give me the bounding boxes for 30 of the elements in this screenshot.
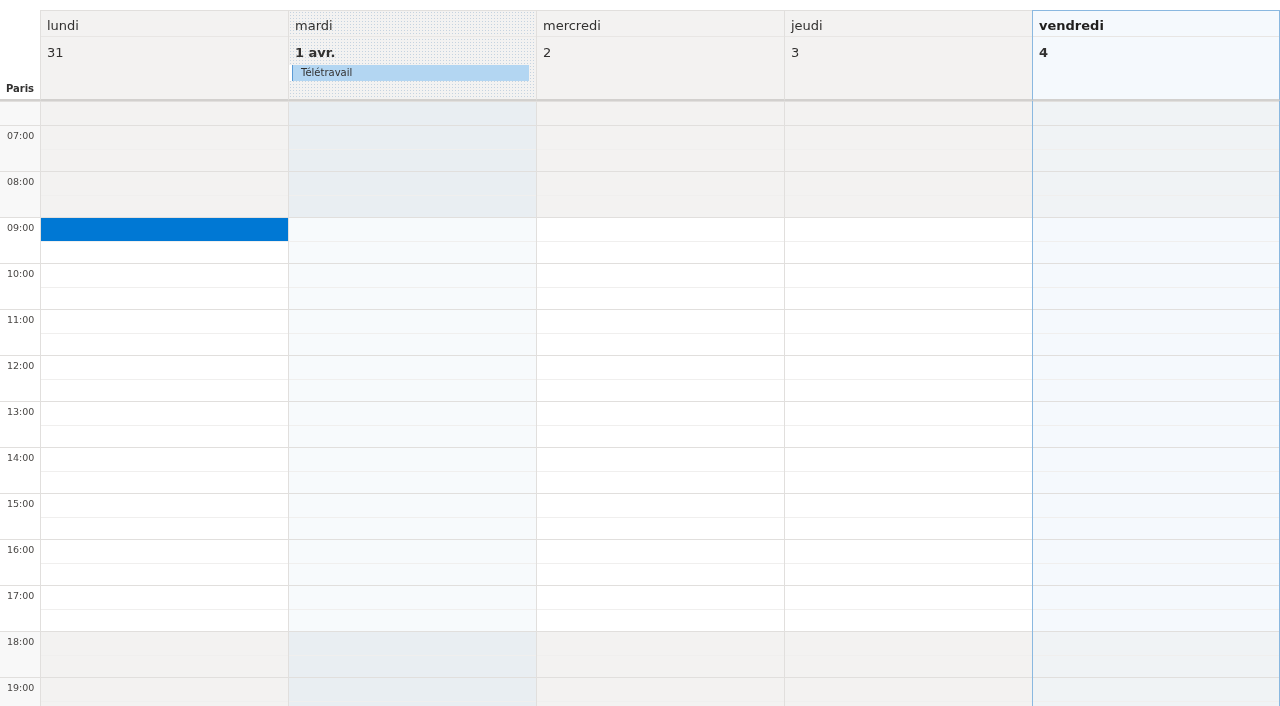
time-label: 12:00	[7, 360, 35, 371]
day-name: mardi	[289, 11, 536, 37]
time-label: 08:00	[7, 176, 35, 187]
day-name: lundi	[41, 11, 288, 37]
time-label: 17:00	[7, 590, 35, 601]
time-label: 16:00	[7, 544, 35, 555]
date-label: 1 avr.	[294, 44, 337, 62]
day-name: mercredi	[537, 11, 784, 37]
date-label: 4	[1038, 44, 1050, 62]
day-name: vendredi	[1033, 11, 1279, 37]
day-header[interactable]: mercredi 2	[536, 10, 784, 101]
time-label: 14:00	[7, 452, 35, 463]
day-name: jeudi	[785, 11, 1032, 37]
date-label: 31	[46, 44, 65, 62]
time-label: 15:00	[7, 498, 35, 509]
time-label: 18:00	[7, 636, 35, 647]
time-label: 19:00	[7, 682, 35, 693]
day-header[interactable]: vendredi 4	[1032, 10, 1280, 101]
all-day-event[interactable]: Télétravail	[289, 65, 529, 81]
day-header[interactable]: jeudi 3	[784, 10, 1032, 101]
date-label: 3	[790, 44, 801, 62]
time-label: 09:00	[7, 222, 35, 233]
timezone-label: Paris	[5, 82, 35, 96]
time-label: 13:00	[7, 406, 35, 417]
date-label: 2	[542, 44, 553, 62]
day-header[interactable]: mardi 1 avr. Télétravail	[288, 10, 536, 101]
time-label: 10:00	[7, 268, 35, 279]
time-label: 07:00	[7, 130, 35, 141]
time-label: 11:00	[7, 314, 35, 325]
day-header[interactable]: lundi 31	[40, 10, 288, 101]
